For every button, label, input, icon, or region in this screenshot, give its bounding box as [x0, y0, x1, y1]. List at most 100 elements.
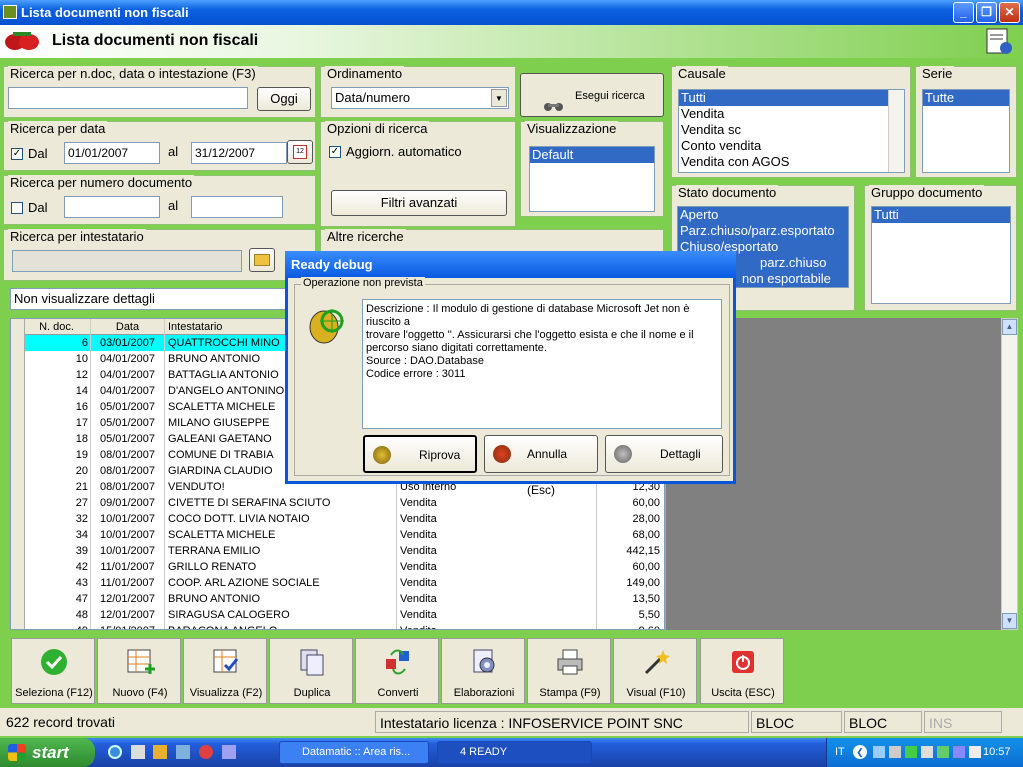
num-from-input[interactable] — [64, 196, 160, 218]
list-item[interactable]: Parz.chiuso/parz.esportato — [678, 223, 848, 239]
row-selector[interactable] — [11, 591, 25, 607]
table-row[interactable]: 32 10/01/2007 COCO DOTT. LIVIA NOTAIO Vendi… — [11, 511, 664, 527]
row-selector[interactable] — [11, 463, 25, 479]
visual-button[interactable]: Visual (F10) — [613, 638, 697, 704]
ie-icon[interactable] — [108, 745, 122, 759]
maximize-button[interactable]: ❐ — [976, 2, 997, 23]
today-button[interactable]: Oggi — [257, 87, 311, 111]
list-item[interactable]: Conto vendita — [679, 138, 904, 154]
header-ndoc[interactable]: N. doc. — [25, 319, 91, 335]
minimize-button[interactable]: _ — [953, 2, 974, 23]
causale-scrollbar[interactable] — [888, 90, 904, 172]
num-checkbox[interactable] — [11, 202, 23, 214]
row-selector[interactable] — [11, 543, 25, 559]
task-ready[interactable]: 4 READY — [437, 741, 592, 764]
media-icon[interactable] — [199, 745, 213, 759]
close-button[interactable]: ✕ — [999, 2, 1020, 23]
view-list[interactable]: Default — [529, 146, 655, 212]
list-item[interactable]: Vendita — [679, 106, 904, 122]
owner-input[interactable] — [12, 250, 242, 272]
app-icon-2[interactable] — [153, 745, 167, 759]
details-select[interactable]: Non visualizzare dettagli — [10, 288, 320, 310]
task-datamatic[interactable]: Datamatic :: Area ris... — [279, 741, 429, 764]
list-item[interactable]: Tutti — [872, 207, 1010, 223]
calendar-button[interactable]: 12 — [287, 140, 313, 164]
header-date[interactable]: Data — [91, 319, 165, 335]
new-button[interactable]: Nuovo (F4) — [97, 638, 181, 704]
row-selector[interactable] — [11, 399, 25, 415]
search-doc-input[interactable] — [8, 87, 248, 109]
select-button[interactable]: Seleziona (F12) — [11, 638, 95, 704]
exit-button[interactable]: Uscita (ESC) — [700, 638, 784, 704]
gruppo-list[interactable]: Tutti — [871, 206, 1011, 304]
table-row[interactable]: 4915/01/2007BARACONA ANGELOVendita9,60 — [11, 623, 664, 629]
details-button[interactable]: Dettagli — [605, 435, 723, 473]
list-item[interactable]: Default — [530, 147, 654, 163]
table-row[interactable]: 34 10/01/2007 SCALETTA MICHELE Vendita 68,00 — [11, 527, 664, 543]
auto-update-checkbox[interactable]: ✓ — [329, 146, 341, 158]
list-item[interactable]: Vendita con AGOS — [679, 154, 904, 170]
list-item[interactable]: Vendita sc — [679, 122, 904, 138]
app-icon-3[interactable] — [176, 745, 190, 759]
retry-button[interactable]: Riprova — [363, 435, 477, 473]
cancel-button[interactable]: Annulla (Esc) — [484, 435, 598, 497]
row-selector[interactable] — [11, 351, 25, 367]
row-selector[interactable] — [11, 367, 25, 383]
cell-amount: 60,00 — [632, 561, 660, 573]
execute-search-button[interactable]: Esegui ricerca — [520, 73, 664, 117]
table-row[interactable]: 43 11/01/2007 COOP. ARL AZIONE SOCIALE Vend… — [11, 575, 664, 591]
row-selector[interactable] — [11, 431, 25, 447]
tray-icon-5[interactable] — [937, 746, 949, 758]
view-button[interactable]: Visualizza (F2) — [183, 638, 267, 704]
explorer-icon[interactable] — [131, 745, 145, 759]
tray-icon-1[interactable] — [873, 746, 885, 758]
chevron-left-icon[interactable]: ❮ — [853, 745, 867, 759]
tray-icon-2[interactable] — [889, 746, 901, 758]
causale-list[interactable]: Tutti Vendita Vendita sc Conto vendita V… — [678, 89, 905, 173]
row-selector[interactable] — [11, 415, 25, 431]
row-selector[interactable] — [11, 607, 25, 623]
duplicate-button[interactable]: Duplica — [269, 638, 353, 704]
list-item[interactable]: Tutte — [923, 90, 1009, 106]
serie-list[interactable]: Tutte — [922, 89, 1010, 173]
row-selector[interactable] — [11, 527, 25, 543]
num-to-input[interactable] — [191, 196, 283, 218]
date-from-input[interactable]: 01/01/2007 — [64, 142, 160, 164]
row-selector[interactable] — [11, 335, 25, 351]
convert-label: Converti — [377, 687, 419, 699]
list-item[interactable]: Tutti — [679, 90, 904, 106]
tray-icon-7[interactable] — [969, 746, 981, 758]
row-selector[interactable] — [11, 447, 25, 463]
scroll-up-icon[interactable]: ▲ — [1002, 319, 1017, 335]
table-row[interactable]: 39 10/01/2007 TERRANA EMILIO Vendita 442,15 — [11, 543, 664, 559]
sort-select[interactable]: Data/numero ▼ — [331, 87, 509, 109]
table-scrollbar[interactable]: ▲ ▼ — [1001, 318, 1018, 630]
tray-icon-3[interactable] — [905, 746, 917, 758]
table-row[interactable]: 48 12/01/2007 SIRAGUSA CALOGERO Vendita 5,50 — [11, 607, 664, 623]
row-selector[interactable] — [11, 495, 25, 511]
convert-button[interactable]: Converti — [355, 638, 439, 704]
table-row[interactable]: 47 12/01/2007 BRUNO ANTONIO Vendita 13,50 — [11, 591, 664, 607]
chevron-down-icon[interactable]: ▼ — [491, 89, 507, 107]
start-button[interactable]: start — [0, 738, 95, 767]
row-selector[interactable] — [11, 479, 25, 495]
row-selector[interactable] — [11, 623, 25, 629]
folder-button[interactable] — [249, 248, 275, 272]
row-selector[interactable] — [11, 383, 25, 399]
tray-icon-4[interactable] — [921, 746, 933, 758]
app-icon-4[interactable] — [222, 745, 236, 759]
row-selector[interactable] — [11, 575, 25, 591]
help-icon[interactable] — [985, 27, 1013, 55]
print-button[interactable]: Stampa (F9) — [527, 638, 611, 704]
date-checkbox[interactable]: ✓ — [11, 148, 23, 160]
table-row[interactable]: 42 11/01/2007 GRILLO RENATO Vendita 60,00 — [11, 559, 664, 575]
advanced-filters-button[interactable]: Filtri avanzati — [331, 190, 507, 216]
processing-button[interactable]: Elaborazioni — [441, 638, 525, 704]
date-to-input[interactable]: 31/12/2007 — [191, 142, 287, 164]
language-indicator[interactable]: IT — [835, 746, 845, 758]
list-item[interactable]: Aperto — [678, 207, 848, 223]
scroll-down-icon[interactable]: ▼ — [1002, 613, 1017, 629]
tray-icon-6[interactable] — [953, 746, 965, 758]
row-selector[interactable] — [11, 511, 25, 527]
row-selector[interactable] — [11, 559, 25, 575]
